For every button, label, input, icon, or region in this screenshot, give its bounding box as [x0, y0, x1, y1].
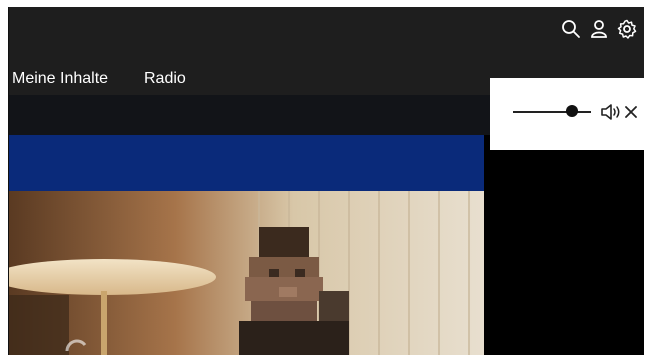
volume-slider-handle[interactable] [565, 105, 578, 117]
app-window: Meine Inhalte Radio [8, 7, 644, 355]
speaker-icon[interactable] [600, 102, 622, 122]
gear-icon[interactable] [617, 19, 637, 39]
video-frame[interactable] [9, 191, 484, 355]
close-icon[interactable] [624, 104, 638, 120]
volume-slider-track[interactable] [513, 111, 591, 113]
video-still [9, 191, 484, 355]
video-player[interactable] [9, 135, 484, 355]
top-bar [9, 7, 644, 59]
volume-control-panel [490, 78, 648, 150]
nav-item-radio[interactable]: Radio [144, 70, 186, 88]
nav-item-meine-inhalte[interactable]: Meine Inhalte [12, 70, 108, 88]
volume-control [504, 92, 638, 132]
user-icon[interactable] [589, 19, 609, 39]
player-banner [9, 135, 484, 191]
search-icon[interactable] [561, 19, 581, 39]
header-icons [561, 19, 637, 39]
side-panel [484, 135, 644, 355]
